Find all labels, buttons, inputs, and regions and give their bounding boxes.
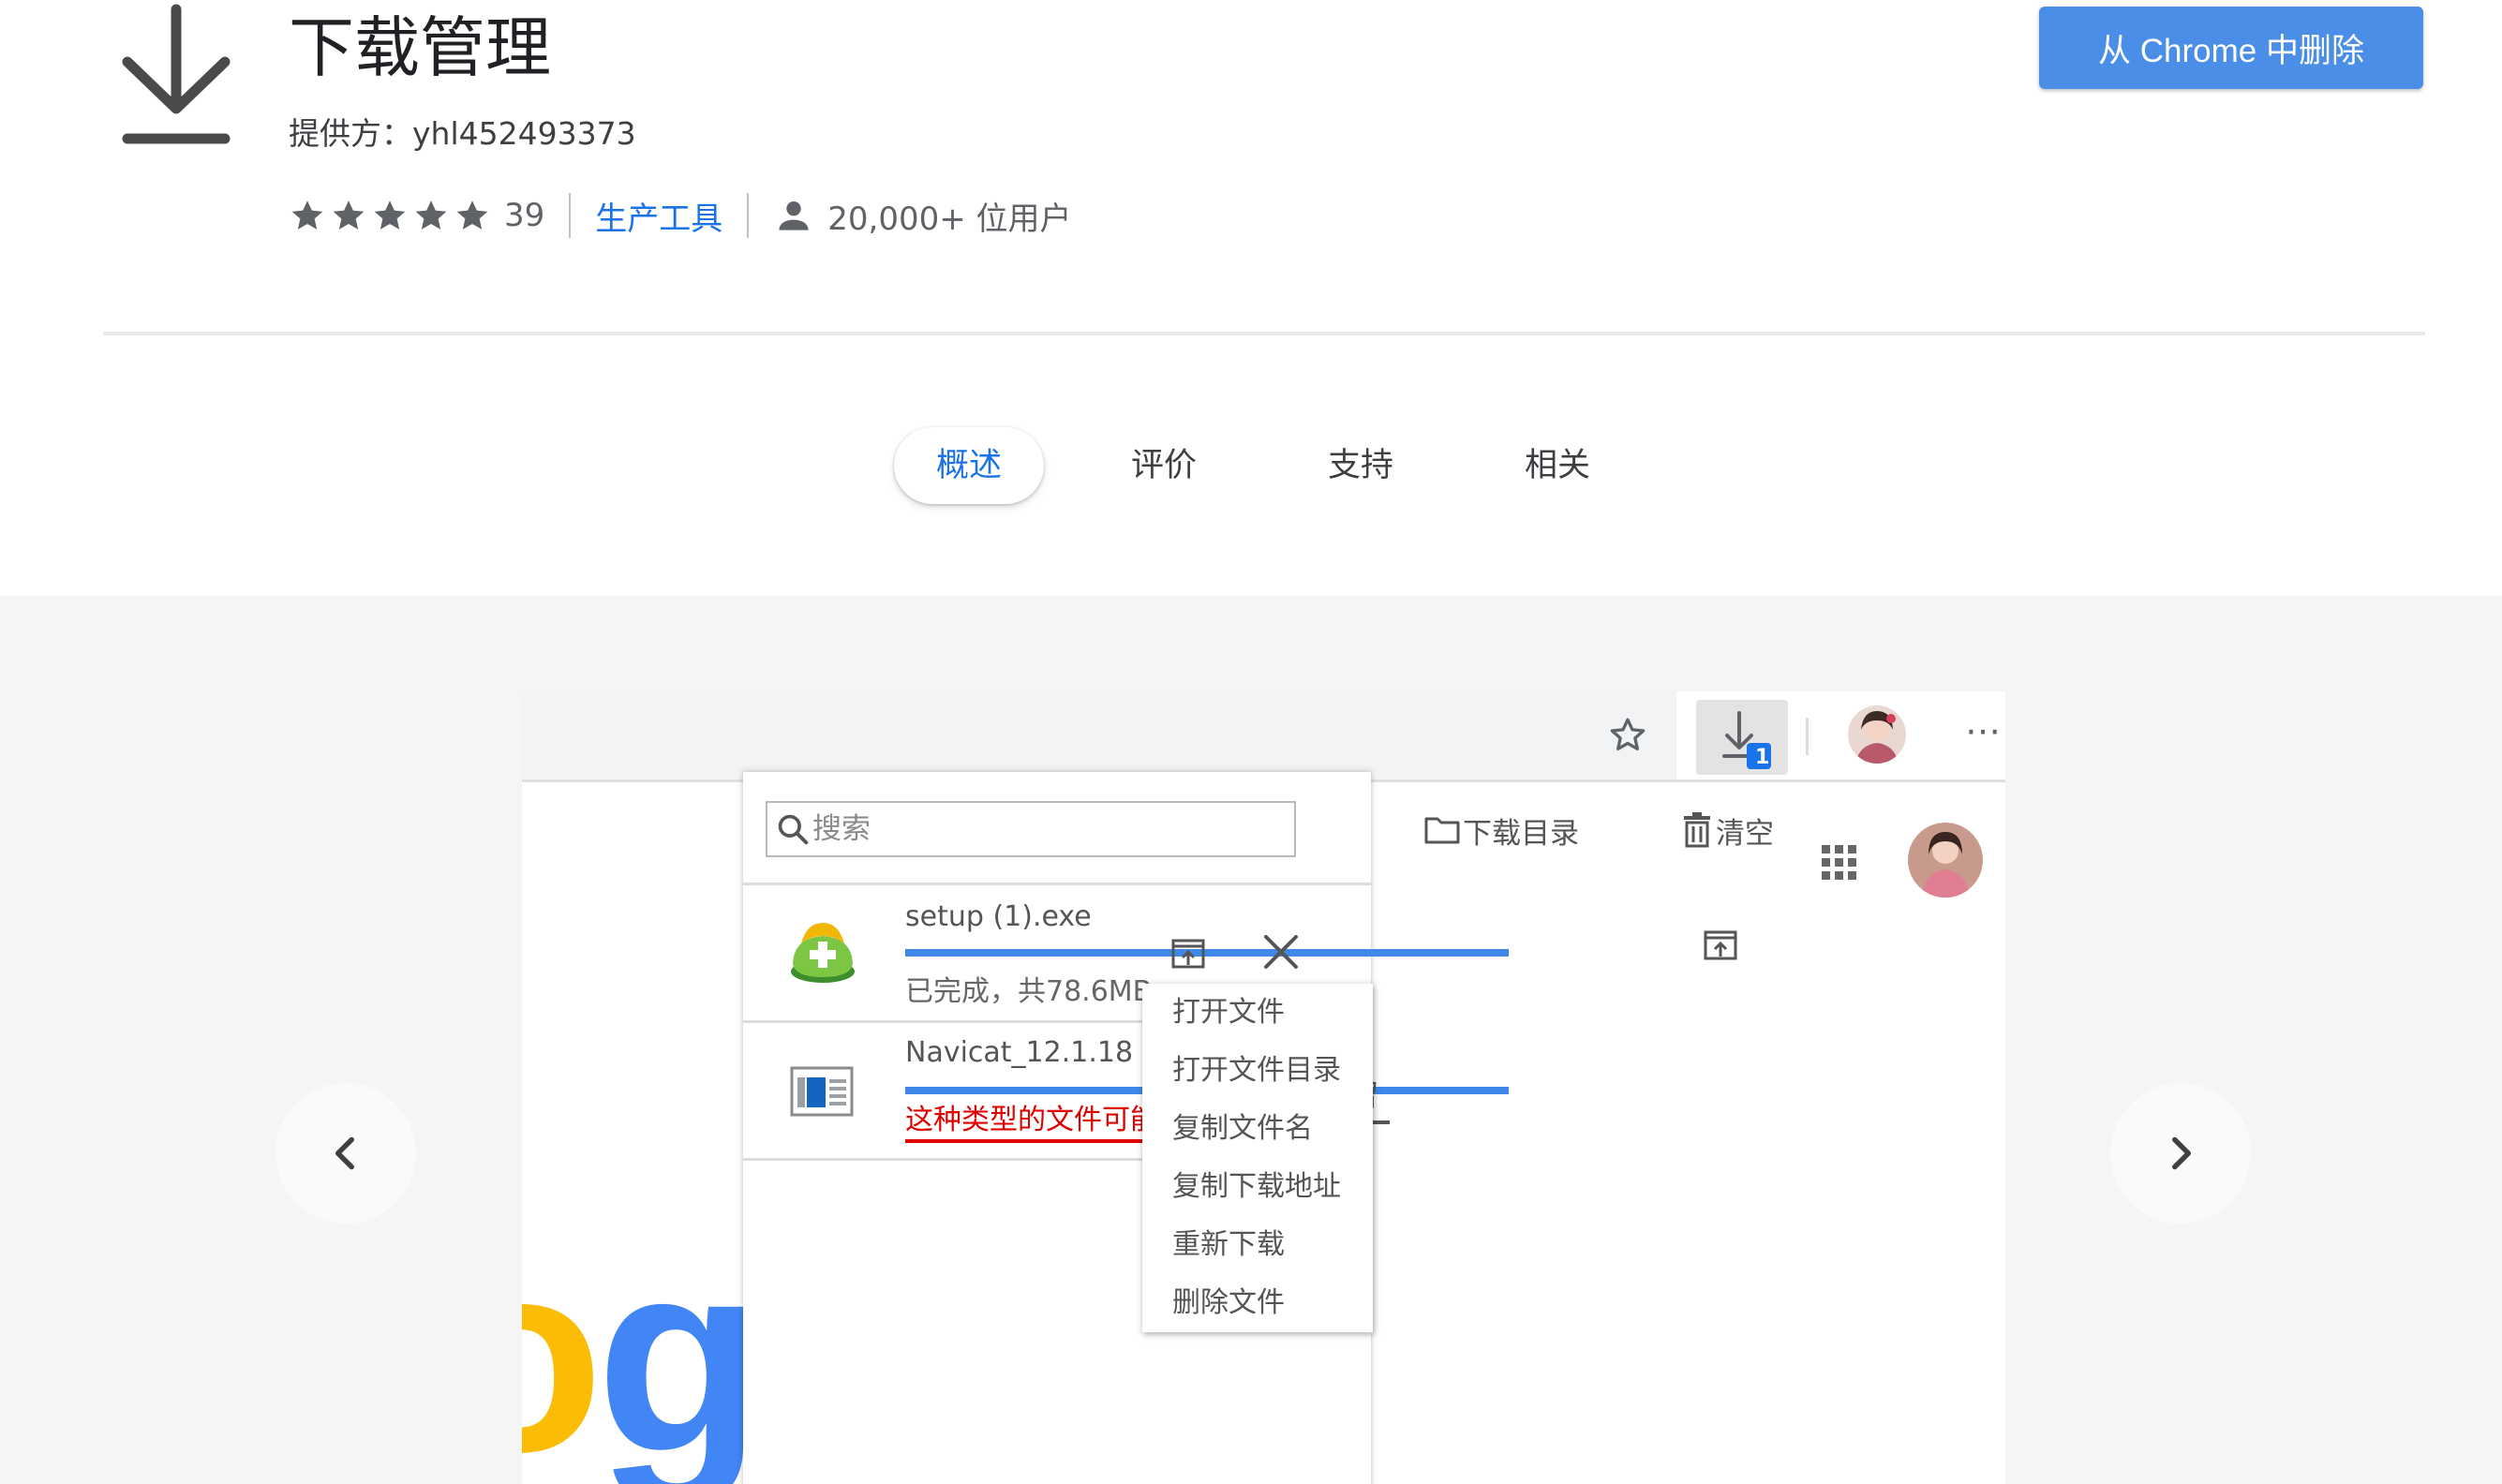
gallery-screenshot: 1 ⋯ ogle bbox=[522, 691, 2005, 1484]
tab-reviews[interactable]: 评价 bbox=[1117, 427, 1211, 504]
apps-grid-icon[interactable] bbox=[1818, 841, 1861, 884]
download-arrow-icon bbox=[111, 0, 242, 150]
toolbar-separator bbox=[1806, 718, 1809, 755]
menu-item-copy-url[interactable]: 复制下载地址 bbox=[1142, 1158, 1373, 1216]
tab-overview[interactable]: 概述 bbox=[894, 427, 1044, 504]
header-divider bbox=[103, 332, 2425, 335]
menu-item-redownload[interactable]: 重新下载 bbox=[1142, 1216, 1373, 1274]
rating-count[interactable]: 39 bbox=[504, 197, 544, 234]
show-in-folder-icon[interactable] bbox=[1167, 931, 1210, 974]
tab-support[interactable]: 支持 bbox=[1314, 427, 1407, 504]
search-box[interactable] bbox=[766, 801, 1296, 857]
trash-icon bbox=[1684, 812, 1710, 848]
category-link[interactable]: 生产工具 bbox=[595, 193, 722, 239]
meta-divider bbox=[747, 193, 750, 238]
account-avatar[interactable] bbox=[1908, 823, 1983, 898]
star-icon bbox=[415, 200, 447, 230]
menu-item-copy-filename[interactable]: 复制文件名 bbox=[1142, 1100, 1373, 1158]
download-icon bbox=[1722, 711, 1771, 769]
more-menu-button[interactable]: ⋯ bbox=[1965, 710, 2003, 751]
menu-item-open-file[interactable]: 打开文件 bbox=[1142, 984, 1373, 1042]
star-icon bbox=[291, 200, 323, 230]
profile-avatar[interactable] bbox=[1848, 705, 1906, 764]
download-file-name: Navicat_12.1.18 (2 bbox=[905, 1036, 1171, 1069]
download-status: 已完成，共78.6MB bbox=[905, 975, 1153, 1008]
search-icon bbox=[778, 814, 809, 845]
menu-item-open-folder[interactable]: 打开文件目录 bbox=[1142, 1042, 1373, 1100]
download-count-badge: 1 bbox=[1755, 746, 1770, 769]
gallery-next-button[interactable] bbox=[2110, 1083, 2251, 1224]
open-file-icon[interactable] bbox=[1699, 923, 1742, 966]
star-icon bbox=[333, 200, 365, 230]
remove-from-chrome-button[interactable]: 从 Chrome 中删除 bbox=[2039, 7, 2423, 89]
chevron-right-icon bbox=[2172, 1136, 2192, 1170]
document-file-icon bbox=[790, 1066, 854, 1117]
clear-button[interactable]: 清空 bbox=[1680, 808, 1774, 853]
clear-label: 清空 bbox=[1716, 816, 1774, 851]
address-bar[interactable] bbox=[522, 691, 1676, 779]
tab-related[interactable]: 相关 bbox=[1511, 427, 1604, 504]
search-input[interactable] bbox=[811, 812, 1262, 846]
star-icon bbox=[456, 200, 488, 230]
remove-download-icon[interactable] bbox=[1260, 931, 1302, 972]
download-folder-button[interactable]: 下载目录 bbox=[1423, 808, 1579, 853]
download-manager-button[interactable]: 1 bbox=[1696, 700, 1788, 775]
menu-item-delete-file[interactable]: 删除文件 bbox=[1142, 1274, 1373, 1332]
context-menu: 打开文件 打开文件目录 复制文件名 复制下载地址 重新下载 删除文件 bbox=[1142, 984, 1373, 1332]
rating-stars[interactable] bbox=[289, 197, 491, 234]
user-count: 20,000+ 位用户 bbox=[827, 200, 1072, 238]
user-icon bbox=[779, 200, 809, 230]
download-folder-label: 下载目录 bbox=[1463, 816, 1579, 851]
download-warning: 这种类型的文件可能 bbox=[905, 1102, 1158, 1143]
extension-meta-row: 39 生产工具 20,000+ 位用户 bbox=[289, 192, 1072, 239]
gallery-prev-button[interactable] bbox=[276, 1083, 416, 1224]
chevron-left-icon bbox=[335, 1136, 354, 1170]
meta-divider bbox=[569, 193, 572, 238]
installer-file-icon bbox=[791, 923, 855, 983]
bookmark-star-icon[interactable] bbox=[1606, 714, 1649, 757]
folder-icon bbox=[1424, 817, 1460, 844]
star-icon bbox=[374, 200, 406, 230]
extension-title: 下载管理 bbox=[289, 9, 551, 86]
extension-provider: 提供方：yhl452493373 bbox=[289, 115, 636, 152]
download-file-name: setup (1).exe bbox=[905, 900, 1092, 933]
